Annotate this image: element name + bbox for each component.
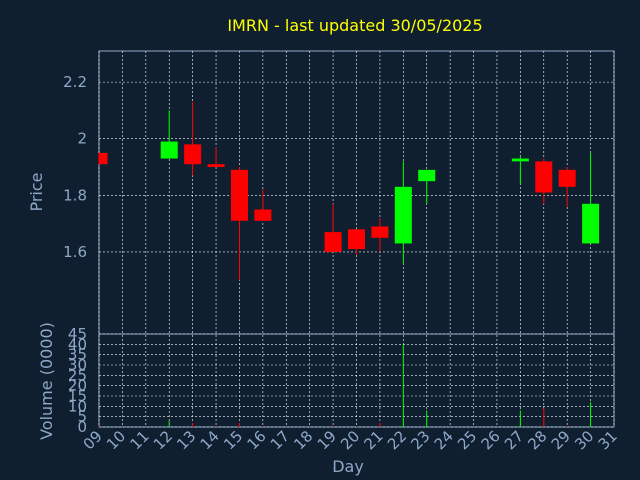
price-tick-label: 1.6 [63, 243, 87, 261]
stock-chart: IMRN - last updated 30/05/2025 1.6 1.8 2 2.… [0, 0, 640, 480]
candle-body [230, 169, 248, 221]
candle-body [207, 164, 225, 168]
candle-body [160, 141, 178, 159]
volume-axis-label: Volume (0000) [37, 322, 56, 440]
candle-body [371, 226, 389, 238]
price-axis-label: Price [27, 172, 46, 211]
candle-body [535, 161, 553, 193]
candle-body [394, 186, 412, 244]
candle-body [348, 229, 365, 250]
x-axis-label: Day [332, 457, 364, 476]
candle-body [99, 152, 108, 165]
price-tick-label: 1.8 [63, 186, 87, 204]
candle-body [418, 169, 436, 182]
candle-body [184, 144, 202, 165]
volume-tick-label: 45 [68, 325, 87, 343]
candle-body [582, 203, 600, 244]
price-tick-label: 2 [77, 130, 87, 148]
candle-body [511, 158, 529, 162]
x-axis: 0910111213141516171819202122232425262728… [80, 427, 621, 453]
candle-body [558, 169, 576, 187]
chart-title: IMRN - last updated 30/05/2025 [227, 16, 482, 35]
price-tick-label: 2.2 [63, 73, 87, 91]
candle-body [324, 232, 342, 252]
candle-body [254, 209, 272, 221]
